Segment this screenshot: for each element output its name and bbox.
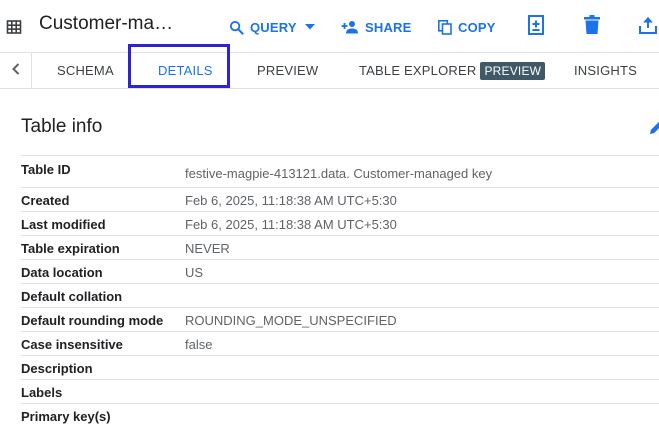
caret-down-icon[interactable] xyxy=(304,24,315,30)
upload-icon xyxy=(639,16,657,39)
info-value: false xyxy=(185,337,213,352)
info-row-table-expiration: Table expiration NEVER xyxy=(21,235,659,259)
tab-preview[interactable]: PREVIEW xyxy=(257,53,318,88)
info-row-labels: Labels xyxy=(21,379,659,403)
table-grid-icon xyxy=(6,19,22,35)
info-label: Description xyxy=(21,361,93,376)
query-button[interactable]: QUERY xyxy=(229,16,315,38)
tab-insights[interactable]: INSIGHTS xyxy=(574,53,637,88)
copy-icon xyxy=(438,19,452,35)
info-row-case-insensitive: Case insensitive false xyxy=(21,331,659,355)
info-value: NEVER xyxy=(185,241,230,256)
info-label: Created xyxy=(21,193,70,208)
export-button[interactable] xyxy=(637,15,659,39)
share-label: SHARE xyxy=(365,19,412,35)
tab-preview-label: PREVIEW xyxy=(257,63,319,78)
info-row-table-id: Table ID festive-magpie-413121.data. Cus… xyxy=(21,155,659,187)
add-document-icon xyxy=(528,14,544,40)
info-row-created: Created Feb 6, 2025, 11:18:38 AM UTC+5:3… xyxy=(21,187,659,211)
info-row-default-rounding-mode: Default rounding mode ROUNDING_MODE_UNSP… xyxy=(21,307,659,331)
toolbar: Customer-ma… QUERY SHARE COPY xyxy=(0,0,659,52)
info-row-last-modified: Last modified Feb 6, 2025, 11:18:38 AM U… xyxy=(21,211,659,235)
tab-details-label: DETAILS xyxy=(158,63,213,78)
chevron-left-icon xyxy=(11,62,20,80)
tab-schema-label: SCHEMA xyxy=(57,63,114,78)
copy-label: COPY xyxy=(458,19,496,35)
info-value: ROUNDING_MODE_UNSPECIFIED xyxy=(185,313,397,328)
preview-badge: PREVIEW xyxy=(480,61,546,80)
info-label: Case insensitive xyxy=(21,337,123,352)
delete-button[interactable] xyxy=(581,15,603,39)
info-label: Primary key(s) xyxy=(21,409,111,424)
pencil-icon[interactable] xyxy=(649,119,659,135)
info-row-data-location: Data location US xyxy=(21,259,659,283)
info-value: Feb 6, 2025, 11:18:38 AM UTC+5:30 xyxy=(185,217,397,232)
section-title: Table info xyxy=(21,116,103,137)
person-add-icon xyxy=(341,20,359,34)
search-icon xyxy=(229,20,244,35)
copy-button[interactable]: COPY xyxy=(438,16,496,38)
info-row-default-collation: Default collation xyxy=(21,283,659,307)
info-row-primary-keys: Primary key(s) xyxy=(21,403,659,427)
snapshot-button[interactable] xyxy=(525,14,547,40)
info-label: Last modified xyxy=(21,217,106,232)
info-value: US xyxy=(185,265,204,280)
info-value: festive-magpie-413121.data. Customer-man… xyxy=(185,166,493,181)
tab-table-explorer[interactable]: TABLE EXPLORER PREVIEW xyxy=(359,53,546,88)
table-info-list: Table ID festive-magpie-413121.data. Cus… xyxy=(21,155,659,427)
info-label: Table expiration xyxy=(21,241,120,256)
info-value: Feb 6, 2025, 11:18:38 AM UTC+5:30 xyxy=(185,193,397,208)
tab-bar: SCHEMA DETAILS PREVIEW TABLE EXPLORER PR… xyxy=(0,52,659,89)
query-label: QUERY xyxy=(250,19,297,35)
tab-scroll-left-button[interactable] xyxy=(0,53,32,88)
info-label: Labels xyxy=(21,385,63,400)
trash-icon xyxy=(584,15,600,39)
page-title: Customer-ma… xyxy=(39,13,174,34)
share-button[interactable]: SHARE xyxy=(341,16,412,38)
tab-table-explorer-label: TABLE EXPLORER xyxy=(359,63,477,78)
info-label: Data location xyxy=(21,265,103,280)
info-row-description: Description xyxy=(21,355,659,379)
tab-schema[interactable]: SCHEMA xyxy=(57,53,114,88)
info-label: Table ID xyxy=(21,162,71,177)
info-label: Default rounding mode xyxy=(21,313,164,328)
info-label: Default collation xyxy=(21,289,123,304)
tab-insights-label: INSIGHTS xyxy=(574,63,637,78)
tab-details[interactable]: DETAILS xyxy=(158,53,213,88)
